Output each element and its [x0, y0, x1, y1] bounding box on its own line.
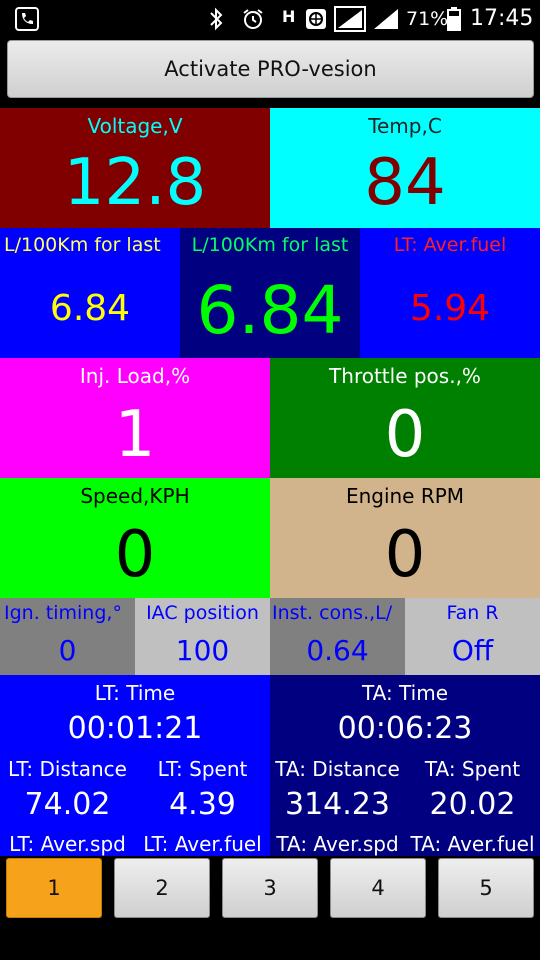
tab-2[interactable]: 2 — [114, 858, 210, 918]
signal-icon — [334, 6, 366, 32]
speed-value: 0 — [114, 518, 156, 592]
fan-value: Off — [451, 634, 494, 667]
tab-1[interactable]: 1 — [6, 858, 102, 918]
status-bar: H 71% 17:45 — [0, 0, 540, 38]
voltage-label: Voltage,V — [87, 114, 183, 138]
ta-time-label: TA: Time — [361, 681, 449, 705]
lt-spent-value: 4.39 — [169, 787, 236, 822]
fan-tile[interactable]: Fan R Off — [405, 598, 540, 675]
lt-aver-fuel-value: 5.94 — [409, 288, 491, 329]
lt-distance-label: LT: Distance — [8, 757, 127, 781]
iac-value: 100 — [175, 634, 230, 667]
throttle-label: Throttle pos.,% — [329, 364, 481, 388]
alarm-icon — [240, 6, 266, 32]
network-h-icon: H — [282, 7, 296, 26]
lt-aver-fuel-tile[interactable]: LT: Aver.fuel 5.94 — [360, 228, 540, 358]
throttle-value: 0 — [384, 398, 426, 472]
ta-distance-value: 314.23 — [285, 787, 390, 822]
inst-cons-tile[interactable]: Inst. cons.,L/ 0.64 — [270, 598, 405, 675]
rpm-tile[interactable]: Engine RPM 0 — [270, 478, 540, 598]
lt-aver-fuel-bottom-label: LT: Aver.fuel — [143, 832, 262, 856]
phone-icon — [14, 6, 40, 32]
bluetooth-icon — [206, 6, 226, 32]
signal-icon — [372, 6, 400, 32]
rpm-label: Engine RPM — [345, 484, 465, 508]
fuel-last-tile[interactable]: L/100Km for last 6.84 — [0, 228, 180, 358]
trip-ta-panel[interactable]: TA: Time 00:06:23 TA: Distance TA: Spent… — [270, 675, 540, 856]
inj-load-label: Inj. Load,% — [79, 364, 191, 388]
rpm-value: 0 — [384, 518, 426, 592]
ign-timing-label: Ign. timing,° — [4, 602, 122, 624]
ta-distance-label: TA: Distance — [275, 757, 400, 781]
fuel-last-label: L/100Km for last — [4, 234, 161, 256]
tab-3[interactable]: 3 — [222, 858, 318, 918]
trip-lt-panel[interactable]: LT: Time 00:01:21 LT: Distance LT: Spent… — [0, 675, 270, 856]
ta-aver-fuel-label: TA: Aver.fuel — [410, 832, 535, 856]
inj-load-value: 1 — [114, 398, 156, 472]
temp-value: 84 — [364, 146, 446, 220]
fuel-last-main-label: L/100Km for last — [191, 234, 349, 256]
lt-distance-value: 74.02 — [24, 787, 111, 822]
ign-timing-value: 0 — [58, 634, 77, 667]
ign-timing-tile[interactable]: Ign. timing,° 0 — [0, 598, 135, 675]
iac-label: IAC position — [146, 602, 259, 624]
fan-label: Fan R — [446, 602, 499, 624]
inst-cons-value: 0.64 — [306, 634, 369, 667]
temp-label: Temp,C — [368, 114, 442, 138]
voltage-value: 12.8 — [63, 146, 207, 220]
ta-spent-label: TA: Spent — [424, 757, 521, 781]
battery-icon — [446, 6, 462, 32]
voltage-tile[interactable]: Voltage,V 12.8 — [0, 108, 270, 228]
lt-time-value: 00:01:21 — [67, 711, 203, 746]
fuel-last-main-tile[interactable]: L/100Km for last 6.84 — [180, 228, 360, 358]
battery-percent: 71% — [406, 8, 449, 30]
tab-4[interactable]: 4 — [330, 858, 426, 918]
inj-load-tile[interactable]: Inj. Load,% 1 — [0, 358, 270, 478]
temp-tile[interactable]: Temp,C 84 — [270, 108, 540, 228]
ta-aver-spd-label: TA: Aver.spd — [276, 832, 399, 856]
fuel-last-value: 6.84 — [49, 288, 131, 329]
ta-time-value: 00:06:23 — [337, 711, 473, 746]
globe-icon — [304, 6, 328, 32]
iac-tile[interactable]: IAC position 100 — [135, 598, 270, 675]
activate-pro-button[interactable]: Activate PRO-vesion — [7, 40, 534, 98]
tab-5[interactable]: 5 — [438, 858, 534, 918]
ta-spent-value: 20.02 — [429, 787, 516, 822]
lt-spent-label: LT: Spent — [157, 757, 248, 781]
clock-time: 17:45 — [470, 6, 534, 31]
throttle-tile[interactable]: Throttle pos.,% 0 — [270, 358, 540, 478]
inst-cons-label: Inst. cons.,L/ — [272, 602, 393, 624]
lt-time-label: LT: Time — [94, 681, 176, 705]
speed-tile[interactable]: Speed,KPH 0 — [0, 478, 270, 598]
speed-label: Speed,KPH — [80, 484, 190, 508]
fuel-last-main-value: 6.84 — [196, 272, 344, 349]
lt-aver-spd-label: LT: Aver.spd — [9, 832, 126, 856]
lt-aver-fuel-label: LT: Aver.fuel — [393, 234, 507, 256]
